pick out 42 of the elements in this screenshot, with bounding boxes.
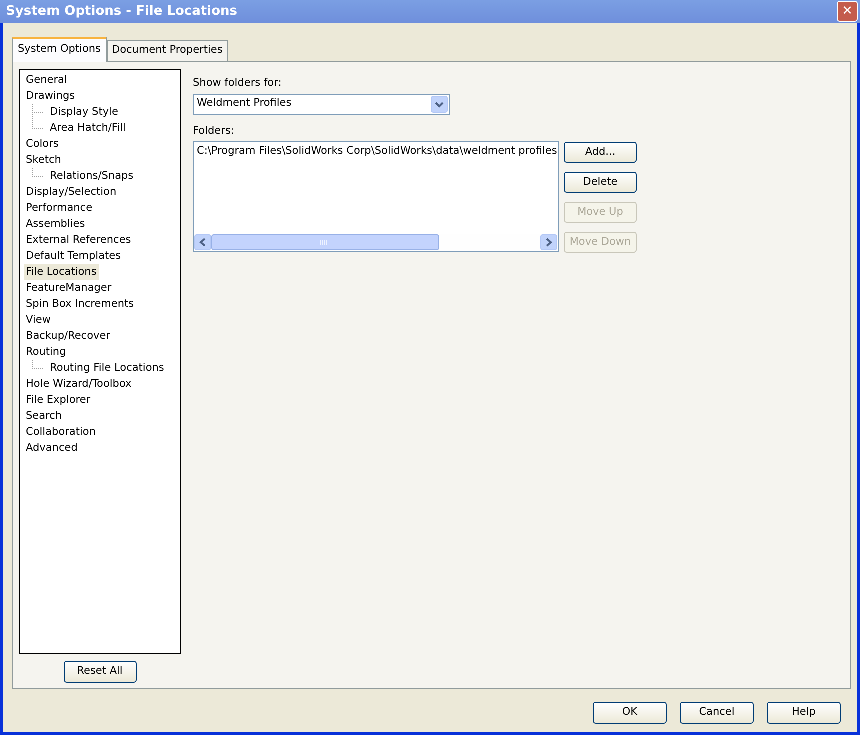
tree-item[interactable]: Drawings <box>24 88 78 104</box>
tree-item[interactable]: Spin Box Increments <box>24 296 136 312</box>
tree-item[interactable]: Routing File Locations <box>48 360 166 376</box>
tree-item[interactable]: Performance <box>24 200 95 216</box>
tree-connector-line <box>32 168 44 177</box>
reset-all-button[interactable]: Reset All <box>64 660 136 683</box>
tree-item[interactable]: Backup/Recover <box>24 328 112 344</box>
tree-item[interactable]: Hole Wizard/Toolbox <box>24 376 134 392</box>
tree-connector-line <box>32 360 44 369</box>
folder-path[interactable]: C:\Program Files\SolidWorks Corp\SolidWorks\data\weldment profiles <box>197 144 555 160</box>
window-title: System Options - File Locations <box>5 2 238 21</box>
tree-item[interactable]: Advanced <box>24 440 80 456</box>
tab[interactable]: System Options <box>12 37 108 62</box>
folders-list[interactable]: C:\Program Files\SolidWorks Corp\SolidWorks\data\weldment profiles <box>193 141 559 252</box>
tree-item[interactable]: File Locations <box>24 264 99 280</box>
tree-item[interactable]: Display Style <box>48 104 120 120</box>
tree-item[interactable]: FeatureManager <box>24 280 114 296</box>
horizontal-scrollbar[interactable] <box>194 234 558 252</box>
tree-item[interactable]: Area Hatch/Fill <box>48 120 128 136</box>
tree-item[interactable]: Relations/Snaps <box>48 168 136 184</box>
tree-item[interactable]: External References <box>24 232 134 248</box>
tree-item[interactable]: Sketch <box>24 152 64 168</box>
tree-item[interactable]: Default Templates <box>24 248 124 264</box>
add-button[interactable]: Add... <box>564 142 637 164</box>
field-label: Show folders for: <box>193 76 283 91</box>
folder-button[interactable]: Delete <box>564 172 637 194</box>
tree-item[interactable]: Assemblies <box>24 216 88 232</box>
tree-item[interactable]: Colors <box>24 136 61 152</box>
folder-type-dropdown[interactable]: Weldment Profiles <box>193 94 450 114</box>
tree-item[interactable]: File Explorer <box>24 392 93 408</box>
tab[interactable]: Document Properties <box>107 40 228 61</box>
tree-item[interactable]: Search <box>24 408 64 424</box>
dialog-button[interactable]: Help <box>767 702 841 724</box>
tree-item[interactable]: View <box>24 312 53 328</box>
dialog-button[interactable]: Cancel <box>680 702 754 724</box>
close-button[interactable]: ✕ <box>837 1 858 22</box>
field-label: Folders: <box>193 124 236 138</box>
dialog-button[interactable]: OK <box>593 702 667 724</box>
tree-item[interactable]: General <box>24 72 70 88</box>
tree-item[interactable]: Collaboration <box>24 424 98 440</box>
tree-item[interactable]: Display/Selection <box>24 184 119 200</box>
tree-item[interactable]: Routing <box>24 344 68 360</box>
